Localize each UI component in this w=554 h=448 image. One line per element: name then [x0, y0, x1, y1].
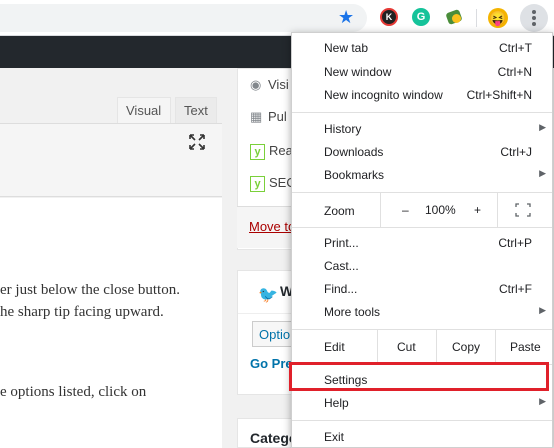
menu-item-label: History — [324, 122, 362, 136]
submenu-arrow-icon: ▶ — [539, 168, 546, 178]
menu-item-label: More tools — [324, 305, 381, 319]
twitter-icon: 🐦 — [258, 287, 278, 304]
menu-item-shortcut: Ctrl+N — [497, 65, 532, 79]
visibility-label: Visi — [268, 77, 289, 92]
menu-separator — [292, 420, 552, 421]
menu-item-label: New window — [324, 65, 392, 79]
grammarly-extension-icon[interactable]: G — [412, 8, 430, 26]
menu-item-shortcut: Ctrl+F — [499, 282, 532, 296]
editor-content[interactable]: er just below the close button. he sharp… — [0, 198, 222, 448]
menu-item-bookmarks[interactable]: Bookmarks ▶ — [292, 164, 552, 187]
menu-item-label: Downloads — [324, 145, 384, 159]
calendar-icon: ▦ — [250, 109, 263, 124]
kebab-menu-icon[interactable] — [520, 4, 548, 32]
divider — [436, 330, 437, 364]
menu-item-shortcut: Ctrl+J — [500, 145, 532, 159]
paste-button[interactable]: Paste — [510, 340, 541, 354]
fullscreen-icon[interactable] — [189, 134, 205, 150]
edit-row: Edit Cut Copy Paste — [292, 330, 552, 364]
readability-label: Rea — [269, 143, 293, 158]
zoom-label: Zoom — [324, 204, 355, 218]
menu-item-label: Print... — [324, 236, 359, 250]
menu-item-shortcut: Ctrl+T — [499, 41, 532, 55]
go-premium-link[interactable]: Go Pre — [250, 356, 293, 371]
fullscreen-icon[interactable] — [515, 203, 531, 217]
eye-icon: ◉ — [250, 77, 262, 92]
yoast-icon: y — [250, 144, 265, 160]
menu-item-cast[interactable]: Cast... — [292, 255, 552, 278]
body-text-line: he sharp tip facing upward. — [0, 304, 164, 320]
menu-item-print[interactable]: Print... Ctrl+P — [292, 232, 552, 255]
menu-item-label: New tab — [324, 41, 369, 55]
zoom-control: Zoom – 100% + — [292, 193, 552, 227]
menu-item-shortcut: Ctrl+P — [498, 236, 532, 250]
visibility-row: ◉ Visi — [250, 77, 289, 93]
menu-item-new-window[interactable]: New window Ctrl+N — [292, 61, 552, 84]
browser-toolbar: ★ K G 😝 — [0, 0, 554, 36]
menu-item-shortcut: Ctrl+Shift+N — [466, 88, 532, 102]
divider — [497, 193, 498, 227]
menu-item-label: Bookmarks — [324, 168, 385, 182]
tab-visual[interactable]: Visual — [117, 97, 171, 123]
zoom-level: 100% — [425, 203, 456, 217]
publish-date-row: ▦ Pul — [250, 109, 287, 125]
readability-row: y Rea — [250, 143, 293, 160]
settings-highlight-box — [289, 362, 549, 391]
menu-item-label: Exit — [324, 430, 345, 444]
menu-item-downloads[interactable]: Downloads Ctrl+J — [292, 141, 552, 164]
star-icon[interactable]: ★ — [338, 8, 356, 26]
body-text-line: e options listed, click on — [0, 384, 147, 400]
menu-item-find[interactable]: Find... Ctrl+F — [292, 278, 552, 301]
divider — [495, 330, 496, 364]
submenu-arrow-icon: ▶ — [539, 396, 546, 406]
submenu-arrow-icon: ▶ — [539, 305, 546, 315]
k-extension-icon[interactable]: K — [380, 8, 398, 26]
cut-button[interactable]: Cut — [397, 340, 416, 354]
menu-item-new-tab[interactable]: New tab Ctrl+T — [292, 37, 552, 60]
body-text-line: er just below the close button. — [0, 282, 180, 298]
yoast-icon: y — [250, 176, 265, 192]
publish-date-label: Pul — [268, 109, 287, 124]
zoom-in-button[interactable]: + — [474, 203, 481, 217]
menu-item-exit[interactable]: Exit — [292, 426, 552, 447]
zoom-out-button[interactable]: – — [402, 203, 409, 217]
profile-avatar[interactable]: 😝 — [488, 8, 508, 28]
menu-separator — [292, 227, 552, 228]
menu-item-more-tools[interactable]: More tools ▶ — [292, 301, 552, 324]
divider — [377, 330, 378, 364]
map-extension-icon[interactable] — [445, 8, 463, 26]
menu-item-label: Help — [324, 396, 349, 410]
move-to-trash-link[interactable]: Move to — [249, 219, 295, 234]
seo-row: y SEO — [250, 175, 296, 192]
submenu-arrow-icon: ▶ — [539, 122, 546, 132]
menu-item-label: New incognito window — [324, 88, 443, 102]
menu-item-new-incognito-window[interactable]: New incognito window Ctrl+Shift+N — [292, 84, 552, 107]
menu-separator — [292, 112, 552, 113]
address-bar[interactable] — [0, 4, 367, 32]
tab-text[interactable]: Text — [175, 97, 217, 123]
menu-item-label: Cast... — [324, 259, 359, 273]
divider — [380, 193, 381, 227]
menu-item-help[interactable]: Help ▶ — [292, 392, 552, 415]
toolbar-divider — [476, 9, 477, 27]
edit-label: Edit — [324, 340, 345, 354]
menu-item-label: Find... — [324, 282, 358, 296]
menu-item-history[interactable]: History ▶ — [292, 118, 552, 141]
copy-button[interactable]: Copy — [452, 340, 480, 354]
